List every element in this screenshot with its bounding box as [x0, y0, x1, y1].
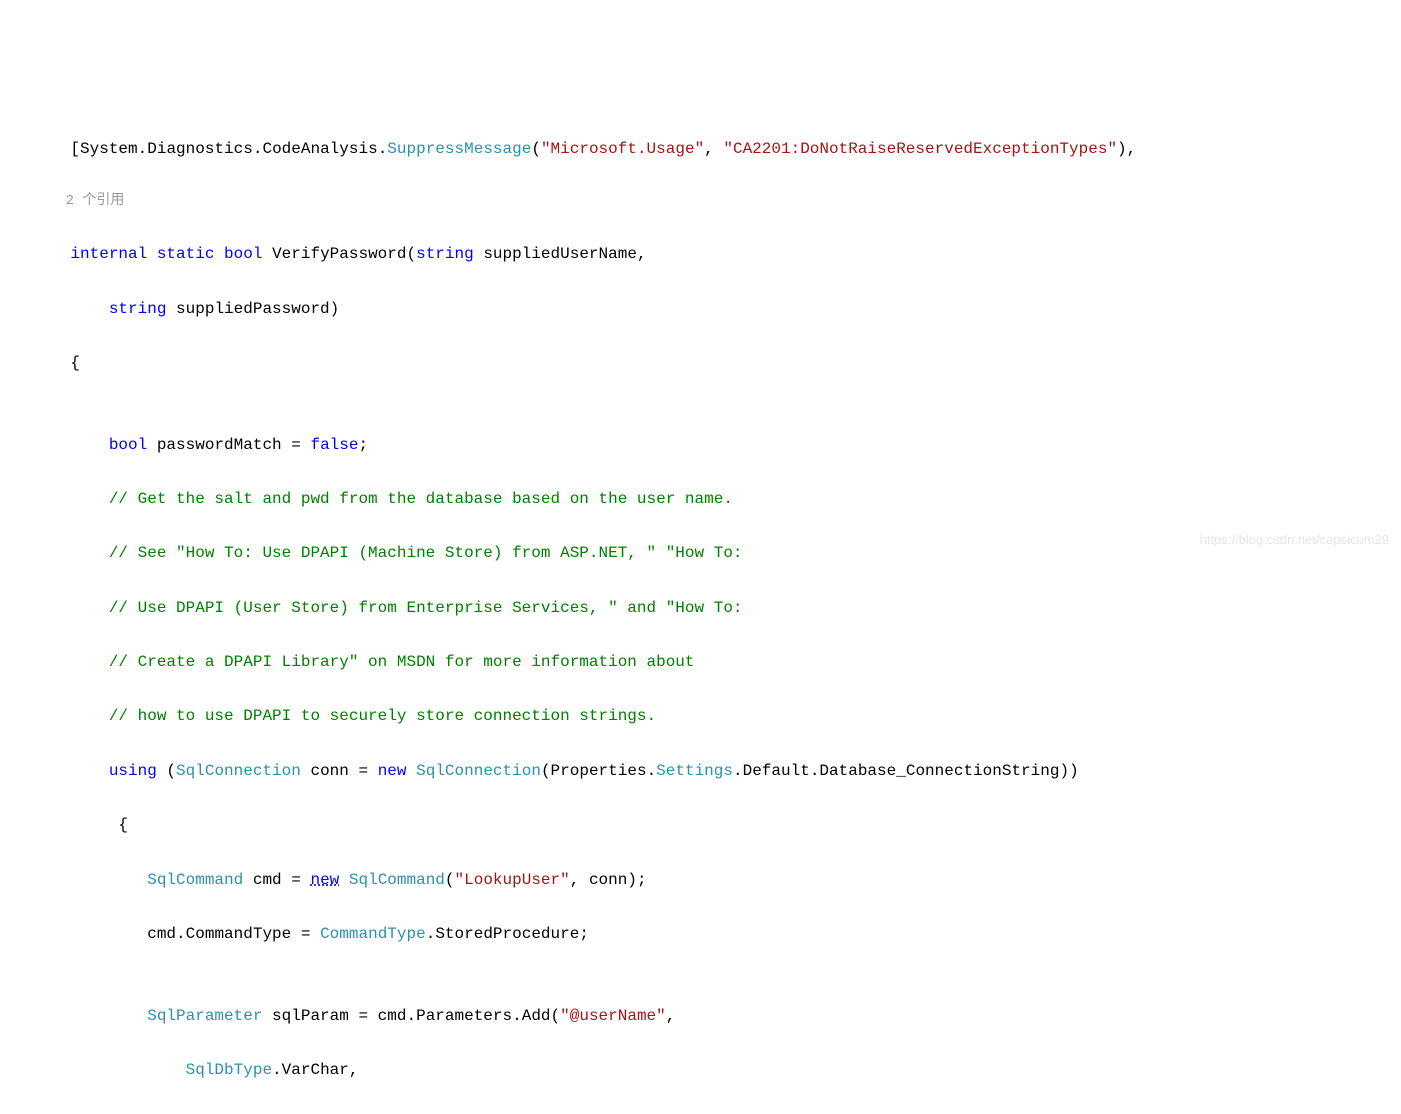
codelens-references[interactable]: 2 个引用	[32, 190, 1401, 214]
code-comment-1: // Get the salt and pwd from the databas…	[32, 486, 1401, 513]
code-line-12: using (SqlConnection conn = new SqlConne…	[32, 758, 1401, 785]
code-line-19: 255);	[32, 1111, 1401, 1114]
code-comment-2: // See "How To: Use DPAPI (Machine Store…	[32, 540, 1401, 567]
code-line-13: {	[32, 812, 1401, 839]
code-line-1: [System.Diagnostics.CodeAnalysis.Suppres…	[32, 136, 1401, 163]
code-comment-3: // Use DPAPI (User Store) from Enterpris…	[32, 595, 1401, 622]
code-line-6: bool passwordMatch = false;	[32, 432, 1401, 459]
code-line-15: cmd.CommandType = CommandType.StoredProc…	[32, 921, 1401, 948]
code-editor[interactable]: [System.Diagnostics.CodeAnalysis.Suppres…	[0, 109, 1401, 1114]
code-line-2: internal static bool VerifyPassword(stri…	[32, 241, 1401, 268]
code-comment-4: // Create a DPAPI Library" on MSDN for m…	[32, 649, 1401, 676]
code-line-14: SqlCommand cmd = new SqlCommand("LookupU…	[32, 867, 1401, 894]
code-line-3: string suppliedPassword)	[32, 296, 1401, 323]
code-line-17: SqlParameter sqlParam = cmd.Parameters.A…	[32, 1003, 1401, 1030]
code-line-4: {	[32, 350, 1401, 377]
code-comment-5: // how to use DPAPI to securely store co…	[32, 703, 1401, 730]
code-line-18: SqlDbType.VarChar,	[32, 1057, 1401, 1084]
